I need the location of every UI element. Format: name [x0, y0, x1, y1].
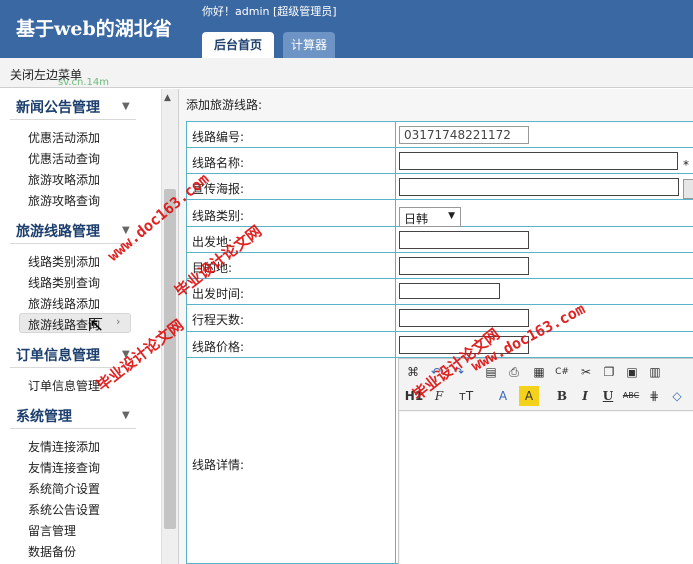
chevron-down-icon[interactable]: ▼: [122, 225, 130, 236]
sidebar-item-order-manage[interactable]: 订单信息管理: [28, 377, 100, 394]
copy-icon[interactable]: ❐: [599, 362, 619, 382]
label-origin: 出发地:: [192, 235, 233, 249]
underline-icon[interactable]: U: [598, 386, 618, 406]
preview-icon[interactable]: ▤: [481, 362, 501, 382]
row-divider: [187, 147, 693, 148]
scrollbar-thumb[interactable]: [164, 189, 176, 529]
label-depart-time: 出发时间:: [192, 287, 245, 301]
trip-days-field[interactable]: [399, 309, 529, 327]
sidebar: 新闻公告管理 ▼ 优惠活动添加 优惠活动查询 旅游攻略添加 旅游攻略查询 旅游线…: [0, 89, 178, 564]
cut-icon[interactable]: ✂: [576, 362, 596, 382]
heading-icon[interactable]: H1: [401, 386, 427, 406]
sidebar-item-guide-add[interactable]: 旅游攻略添加: [28, 171, 100, 188]
paste-icon[interactable]: ▣: [622, 362, 642, 382]
sidebar-item-route-type-query[interactable]: 线路类别查询: [28, 274, 100, 291]
undo-icon[interactable]: ↶: [426, 362, 446, 382]
row-divider: [187, 173, 693, 174]
background-color-icon[interactable]: A: [519, 386, 539, 406]
label-route-code: 线路编号:: [192, 130, 245, 144]
label-destination: 目的地:: [192, 261, 233, 275]
row-divider: [187, 278, 693, 279]
sidebar-group-news[interactable]: 新闻公告管理: [16, 97, 100, 117]
header: 基于web的湖北省 你好！admin [超级管理员] 后台首页 计算器: [0, 0, 693, 58]
sidebar-group-routes[interactable]: 旅游线路管理: [16, 221, 100, 241]
redo-icon[interactable]: ↷: [449, 362, 469, 382]
font-size-icon[interactable]: тT: [456, 386, 476, 406]
label-poster: 宣传海报:: [192, 182, 245, 196]
add-route-form: 线路编号: 03171748221172 线路名称: * 宣传海报: 线路类别:…: [186, 121, 693, 564]
chevron-down-icon[interactable]: ▼: [122, 349, 130, 360]
label-trip-days: 行程天数:: [192, 313, 245, 327]
row-divider: [187, 252, 693, 253]
tab-calculator[interactable]: 计算器: [283, 32, 335, 58]
price-field[interactable]: [399, 336, 529, 354]
destination-field[interactable]: [399, 257, 529, 275]
sidebar-item-intro-settings[interactable]: 系统简介设置: [28, 480, 100, 497]
sidebar-item-backup[interactable]: 数据备份: [28, 543, 76, 560]
editor-toolbar: ⌘ ↶ ↷ ▤ ⎙ ▦ C# ✂ ❐ ▣ ▥ H1 F тT A A B I U…: [399, 359, 693, 411]
source-icon[interactable]: ⌘: [403, 362, 423, 382]
depart-time-field[interactable]: [399, 283, 500, 299]
sidebar-scrollbar[interactable]: ▲: [161, 89, 178, 564]
font-family-icon[interactable]: F: [429, 386, 449, 406]
tab-home[interactable]: 后台首页: [202, 32, 274, 58]
label-route-name: 线路名称:: [192, 156, 245, 170]
code-icon[interactable]: C#: [552, 362, 572, 382]
sidebar-item-notice-settings[interactable]: 系统公告设置: [28, 501, 100, 518]
sidebar-item-route-type-add[interactable]: 线路类别添加: [28, 253, 100, 270]
sidebar-item-link-add[interactable]: 友情连接添加: [28, 438, 100, 455]
origin-field[interactable]: [399, 231, 529, 249]
route-code-field[interactable]: 03171748221172: [399, 126, 529, 144]
bold-icon[interactable]: B: [552, 386, 572, 406]
sidebar-item-guide-query[interactable]: 旅游攻略查询: [28, 192, 100, 209]
font-color-icon[interactable]: A: [493, 386, 513, 406]
sub-bar: 关闭左边菜单 sv.cn.14m: [0, 58, 693, 88]
table-icon[interactable]: ⋕: [644, 386, 664, 406]
required-mark: *: [683, 158, 689, 172]
divider: [10, 367, 136, 368]
row-divider: [187, 304, 693, 305]
sidebar-item-messages[interactable]: 留言管理: [28, 522, 76, 539]
sidebar-group-orders[interactable]: 订单信息管理: [16, 345, 100, 365]
column-divider: [395, 122, 396, 564]
divider: [10, 119, 136, 120]
divider: [10, 243, 136, 244]
label-detail: 线路详情:: [192, 458, 245, 472]
main-content: 添加旅游线路: 线路编号: 03171748221172 线路名称: * 宣传海…: [178, 89, 693, 564]
sidebar-item-promo-add[interactable]: 优惠活动添加: [28, 129, 100, 146]
sidebar-item-link-query[interactable]: 友情连接查询: [28, 459, 100, 476]
detail-rich-editor[interactable]: ⌘ ↶ ↷ ▤ ⎙ ▦ C# ✂ ❐ ▣ ▥ H1 F тT A A B I U…: [398, 358, 693, 564]
chevron-down-icon[interactable]: ▼: [122, 101, 130, 112]
poster-field[interactable]: [399, 178, 679, 196]
print-icon[interactable]: ⎙: [504, 362, 524, 382]
sidebar-item-promo-query[interactable]: 优惠活动查询: [28, 150, 100, 167]
dropdown-arrow-icon: ▼: [448, 211, 455, 221]
divider: [10, 428, 136, 429]
chevron-down-icon[interactable]: ▼: [122, 410, 130, 421]
sidebar-item-route-add[interactable]: 旅游线路添加: [28, 295, 100, 312]
row-divider: [187, 199, 693, 200]
paste-text-icon[interactable]: ▥: [645, 362, 665, 382]
label-route-type: 线路类别:: [192, 209, 245, 223]
editor-content-area[interactable]: [400, 412, 693, 564]
label-price: 线路价格:: [192, 340, 245, 354]
template-icon[interactable]: ▦: [529, 362, 549, 382]
scroll-up-icon[interactable]: ▲: [164, 93, 171, 103]
mouse-cursor-icon: ⇱: [88, 315, 104, 336]
chevron-right-icon: ›: [116, 315, 121, 328]
route-type-value: 日韩: [404, 212, 429, 226]
app-title: 基于web的湖北省: [16, 18, 172, 40]
sidebar-group-system[interactable]: 系统管理: [16, 406, 72, 426]
eraser-icon[interactable]: ◇: [667, 386, 687, 406]
route-name-field[interactable]: [399, 152, 678, 170]
user-greeting: 你好！admin [超级管理员]: [202, 5, 337, 18]
italic-icon[interactable]: I: [575, 386, 595, 406]
strikethrough-icon[interactable]: ABC: [621, 386, 641, 406]
poster-browse-button[interactable]: [683, 179, 693, 199]
form-caption: 添加旅游线路:: [186, 98, 263, 112]
route-type-select[interactable]: 日韩 ▼: [399, 207, 461, 227]
row-divider: [187, 331, 693, 332]
faint-overlay-text: sv.cn.14m: [58, 77, 110, 88]
